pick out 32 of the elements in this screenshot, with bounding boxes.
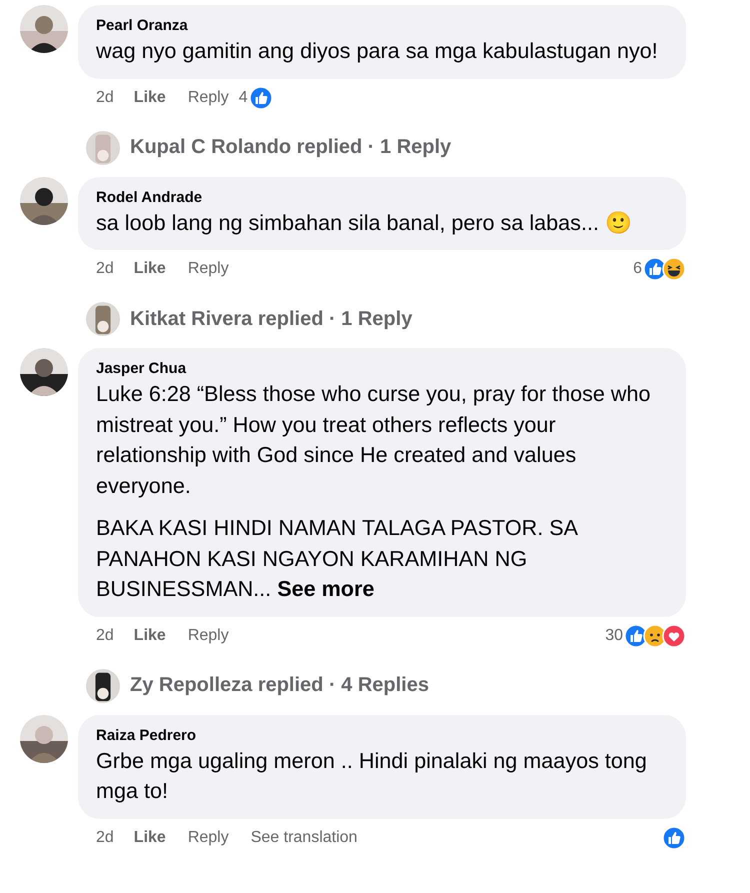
like-link[interactable]: Like — [134, 260, 166, 278]
comment-text: BAKA KASI HINDI NAMAN TALAGA PASTOR. SA PANAHON KASI NGAYON KARAMIHAN NG BUSINESSMAN... See more — [96, 514, 578, 603]
translation-link[interactable]: See translation — [250, 828, 358, 846]
like-icon — [248, 86, 273, 110]
author-name[interactable]: Pearl Oranza — [96, 16, 666, 36]
view-replies-link[interactable]: Kupal C Rolando replied · 1 Reply — [130, 136, 452, 159]
reaction-count: 4 — [238, 88, 248, 106]
like-link[interactable]: Like — [134, 828, 166, 846]
timestamp: 2d — [96, 828, 114, 846]
author-name[interactable]: Raiza Pedrero — [96, 726, 666, 746]
author-name[interactable]: Jasper Chua — [96, 359, 666, 379]
reply-link[interactable]: Reply — [188, 260, 229, 278]
author-name[interactable]: Rodel Andrade — [96, 188, 666, 208]
comment-text: Grbe mga ugaling meron .. Hindi pinalaki ng maayos tong mga to! — [96, 746, 648, 805]
timestamp: 2d — [96, 88, 114, 106]
comment-text: Luke 6:28 “Bless those who curse you, pray for those who mistreat you.” How you treat others reflects your relationship with God since He created and values everyone. — [96, 380, 652, 500]
comment-text: sa loob lang ng simbahan sila banal, pero sa labas... 🙂 — [96, 208, 633, 236]
timestamp: 2d — [96, 626, 114, 644]
timestamp: 2d — [96, 260, 114, 278]
reply-link[interactable]: Reply — [188, 626, 229, 644]
like-icon — [662, 826, 686, 850]
comment-text: wag nyo gamitin ang diyos para sa mga kabulastugan nyo! — [96, 37, 659, 65]
see-more-link[interactable]: See more — [277, 576, 374, 601]
reaction-count: 6 — [633, 260, 642, 278]
like-link[interactable]: Like — [134, 88, 166, 106]
reply-link[interactable]: Reply — [188, 828, 229, 846]
view-replies-link[interactable]: Kitkat Rivera replied · 1 Reply — [130, 308, 412, 330]
laughing-emoji-icon — [662, 257, 686, 281]
reply-link[interactable]: Reply — [188, 88, 229, 106]
like-link[interactable]: Like — [134, 626, 166, 644]
reaction-count: 30 — [605, 626, 623, 644]
view-replies-link[interactable]: Zy Repolleza replied · 4 Replies — [130, 674, 429, 697]
